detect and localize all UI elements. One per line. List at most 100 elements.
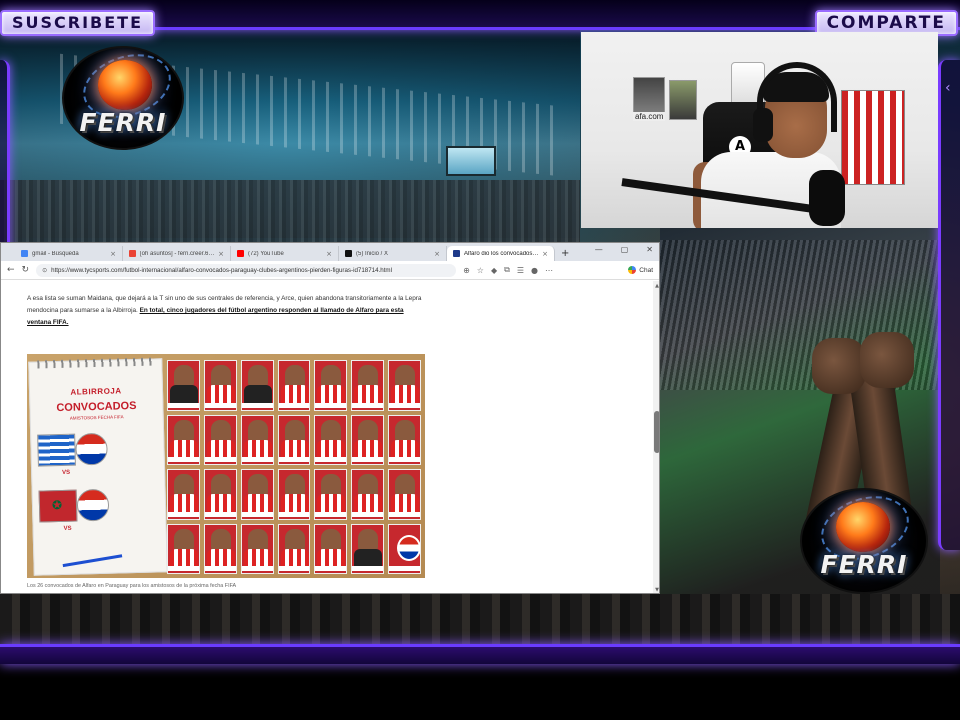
player-sticker (277, 523, 311, 574)
player-face (174, 365, 194, 387)
paraguay-crest-sticker (388, 523, 421, 574)
player-shirt (170, 385, 198, 403)
logo-text: FERRI (79, 108, 167, 137)
article-page: A esa lista se suman Maidana, que dejará… (1, 281, 653, 593)
player-shirt (354, 494, 383, 512)
player-face (174, 419, 194, 442)
wall-poster (669, 80, 697, 120)
player-sticker (277, 360, 311, 411)
tab-google-search[interactable]: gmail - Búsqueda × (15, 246, 123, 261)
new-tab-button[interactable]: + (561, 246, 569, 261)
player-shirt (354, 439, 383, 458)
ferri-logo: FERRI (62, 46, 184, 150)
player-name-strip (278, 402, 310, 408)
player-sticker (167, 414, 200, 465)
player-shirt (206, 494, 235, 512)
player-sticker (314, 523, 348, 574)
player-sticker (167, 469, 200, 520)
chat-label: Chat (639, 266, 653, 274)
close-tab-icon[interactable]: × (431, 250, 440, 258)
overlay-bottom-bar (0, 644, 960, 664)
album-rings (37, 357, 156, 369)
player-shirt (206, 439, 235, 458)
favorites-icon[interactable]: ☰ (517, 266, 524, 275)
chat-button[interactable]: Chat (628, 266, 653, 274)
close-window-icon[interactable]: ✕ (646, 245, 653, 254)
scrollbar-thumb[interactable] (654, 411, 659, 453)
address-bar[interactable]: ⊙ https://www.tycsports.com/futbol-inter… (36, 263, 457, 277)
tab-gmail[interactable]: [oh asuntos] - ferri.creer.63@gm × (123, 246, 231, 261)
player-shirt (354, 385, 383, 403)
extension-icon[interactable]: ◆ (491, 266, 497, 275)
stadium-screen (446, 146, 496, 176)
player-face (321, 365, 342, 387)
close-tab-icon[interactable]: × (215, 250, 224, 258)
player-name-strip (389, 457, 420, 462)
page-scrollbar[interactable]: ▲ ▼ (653, 281, 659, 593)
close-tab-icon[interactable]: × (539, 250, 548, 258)
player-sticker (314, 414, 348, 465)
logo-text: FERRI (820, 550, 908, 579)
extensions-puzzle-icon[interactable]: ⧉ (504, 265, 510, 275)
player-name-strip (204, 402, 236, 408)
player-shirt (391, 439, 420, 458)
fan-fist (860, 332, 914, 388)
player-name-strip (315, 457, 347, 462)
player-shirt (317, 548, 346, 567)
player-name-strip (389, 511, 420, 517)
player-face (210, 474, 231, 496)
tab-youtube[interactable]: (72) YouTube × (231, 246, 339, 261)
x-icon (345, 250, 352, 257)
player-sticker (351, 469, 385, 520)
player-face (284, 474, 305, 496)
tab-tyc-article[interactable]: Alfaro dio los convocados de Par × (447, 246, 555, 261)
player-shirt (243, 494, 272, 512)
player-shirt (170, 439, 198, 458)
profile-icon[interactable]: ● (531, 266, 538, 275)
translate-icon[interactable]: ⊕ (463, 266, 470, 275)
close-tab-icon[interactable]: × (323, 250, 332, 258)
sticker-grid (167, 360, 421, 574)
bookmark-star-icon[interactable]: ☆ (477, 266, 484, 275)
maximize-icon[interactable]: ▢ (621, 245, 629, 254)
player-face (358, 474, 379, 496)
match-schedule (117, 493, 163, 494)
tab-title: [oh asuntos] - ferri.creer.63@gm (140, 250, 215, 257)
google-icon (21, 250, 28, 257)
player-name-strip (204, 457, 236, 462)
player-sticker (277, 469, 311, 520)
paraguay-crest-icon (76, 488, 110, 522)
player-name-strip (389, 402, 420, 408)
crowd-image (0, 594, 960, 644)
player-face (395, 365, 416, 387)
article-image[interactable]: ALBIRROJA CONVOCADOS AMISTOSOS FECHA FIF… (27, 354, 425, 578)
site-info-icon[interactable]: ⊙ (42, 267, 47, 274)
player-sticker (167, 523, 200, 574)
tab-x[interactable]: (5) Inicio / X × (339, 246, 447, 261)
minimize-icon[interactable]: — (595, 245, 603, 254)
player-name-strip (168, 402, 199, 408)
player-shirt (317, 385, 346, 403)
player-face (247, 528, 268, 551)
close-tab-icon[interactable]: × (107, 250, 116, 258)
player-sticker (203, 414, 237, 465)
overlay-right-border: ‹ (938, 60, 960, 550)
player-shirt (317, 494, 346, 512)
vs-label: VS (62, 469, 71, 476)
tab-title: gmail - Búsqueda (32, 250, 79, 257)
browser-window: gmail - Búsqueda × [oh asuntos] - ferri.… (0, 242, 660, 594)
player-shirt (170, 548, 198, 567)
player-name-strip (168, 566, 199, 571)
player-sticker (240, 414, 274, 465)
player-name-strip (241, 511, 273, 517)
player-face (358, 528, 379, 551)
reload-icon[interactable]: ↻ (22, 265, 30, 275)
poster-label: afa.com (633, 112, 666, 121)
player-shirt (206, 548, 235, 567)
scroll-down-icon[interactable]: ▼ (653, 587, 659, 593)
webcam-feed: afa.com A (581, 32, 938, 228)
more-menu-icon[interactable]: ⋯ (545, 266, 553, 275)
back-icon[interactable]: ← (7, 265, 15, 275)
player-face (321, 474, 342, 496)
scroll-up-icon[interactable]: ▲ (653, 283, 659, 289)
